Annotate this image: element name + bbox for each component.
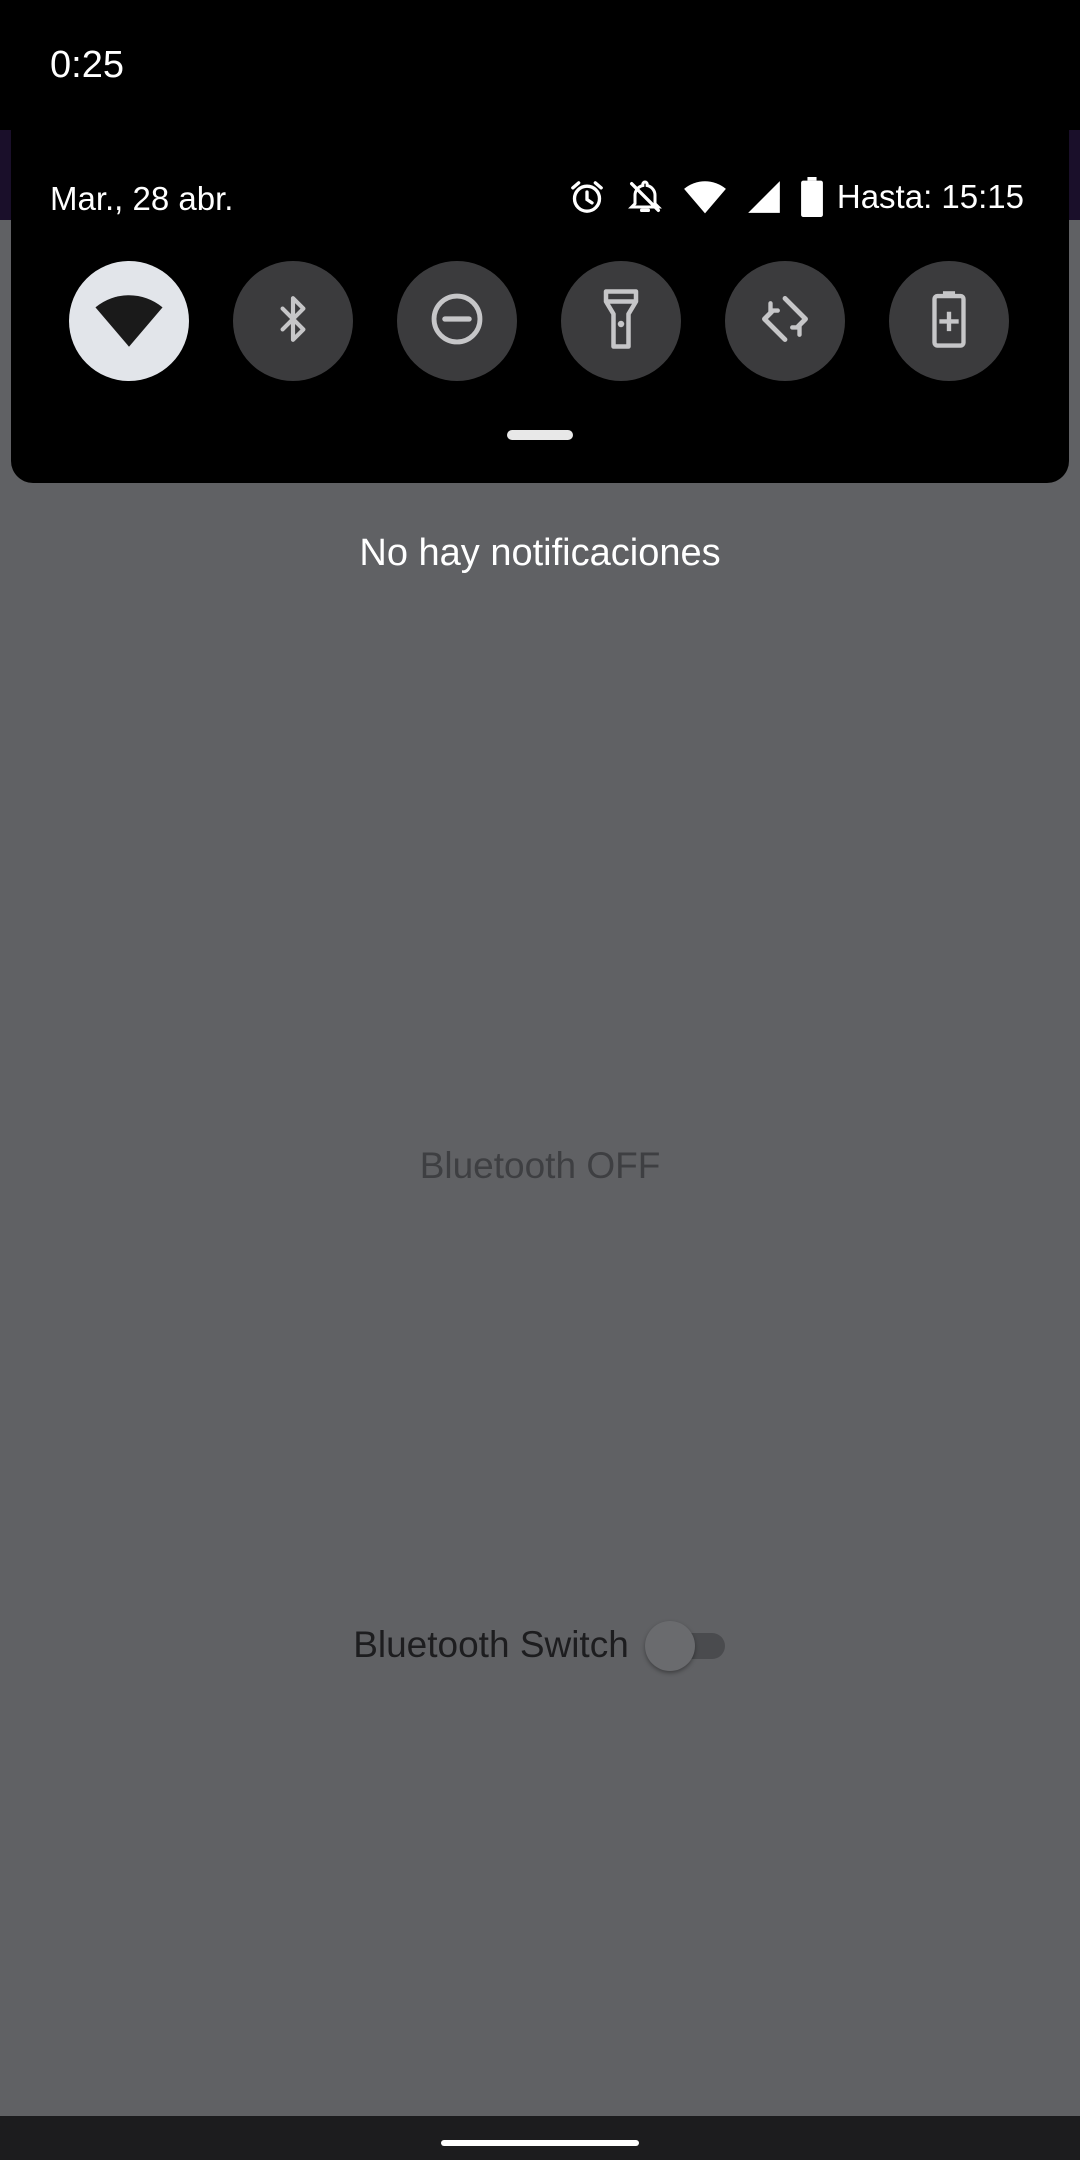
- bluetooth-icon: [268, 291, 318, 352]
- flashlight-icon: [601, 288, 641, 354]
- no-notifications-text: No hay notificaciones: [359, 532, 721, 574]
- date-label[interactable]: Mar., 28 abr.: [50, 180, 233, 218]
- clock: 0:25: [50, 44, 124, 86]
- quick-settings-panel[interactable]: Mar., 28 abr. Hasta: 15:15: [11, 130, 1069, 483]
- auto-rotate-icon: [756, 290, 814, 353]
- status-icons: Hasta: 15:15: [549, 172, 1024, 222]
- bluetooth-switch[interactable]: [641, 1615, 727, 1675]
- tile-battery-saver[interactable]: [889, 261, 1009, 381]
- shade-drag-handle[interactable]: [507, 430, 573, 440]
- switch-thumb[interactable]: [644, 1621, 695, 1671]
- tile-auto-rotate[interactable]: [725, 261, 845, 381]
- alarm-icon: [567, 177, 607, 217]
- battery-remaining-text: Hasta: 15:15: [836, 178, 1024, 215]
- bluetooth-switch-row[interactable]: Bluetooth Switch: [0, 1615, 1080, 1675]
- navigation-bar: [0, 2116, 1080, 2160]
- tile-flashlight[interactable]: [561, 261, 681, 381]
- cell-signal-icon: [745, 178, 783, 216]
- battery-icon: [800, 177, 823, 217]
- quick-settings-tiles: [69, 261, 1009, 381]
- wifi-icon: [94, 288, 164, 355]
- do-not-disturb-icon: [428, 290, 486, 353]
- battery-saver-icon: [931, 290, 967, 353]
- tile-bluetooth[interactable]: [233, 261, 353, 381]
- bluetooth-switch-label: Bluetooth Switch: [353, 1624, 629, 1665]
- bluetooth-status-text: Bluetooth OFF: [419, 1145, 661, 1186]
- status-bar: 0:25: [0, 0, 1080, 130]
- wifi-icon: [683, 177, 727, 217]
- home-gesture-handle[interactable]: [441, 2140, 639, 2146]
- tile-do-not-disturb[interactable]: [397, 261, 517, 381]
- tile-wifi[interactable]: [69, 261, 189, 381]
- notifications-off-icon: [625, 177, 665, 217]
